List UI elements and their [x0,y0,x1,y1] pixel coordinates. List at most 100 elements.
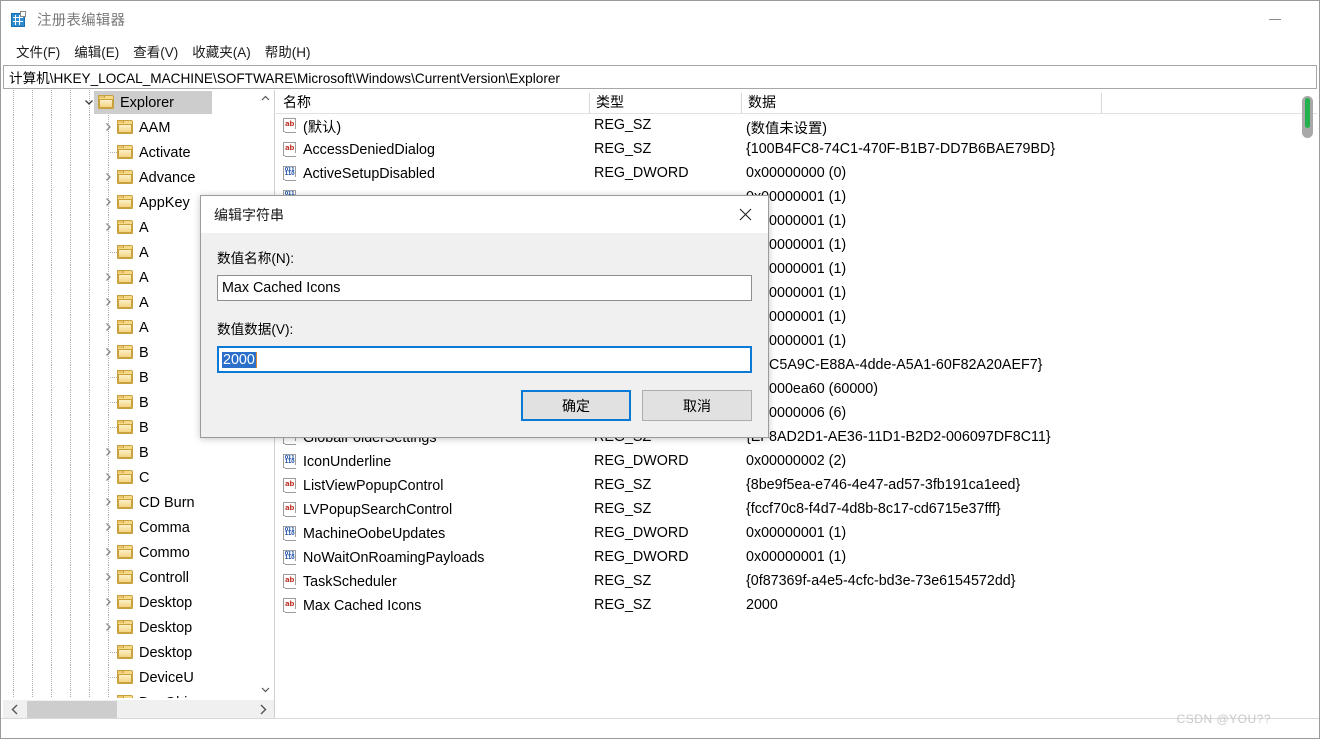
tree-node[interactable]: Comma [3,515,256,540]
dword-value-icon: 011110 [283,526,298,542]
menu-item-edit[interactable]: 编辑(E) [67,39,126,63]
chevron-down-icon[interactable] [257,681,274,698]
table-row[interactable]: ab LVPopupSearchControl REG_SZ {fccf70c8-f4… [276,498,1317,522]
registry-editor-icon [11,11,28,28]
table-row[interactable]: 011 110 ActiveSetupDisabled REG_DWORD 0x0000… [276,162,1317,186]
tree-node[interactable]: Controll [3,565,256,590]
value-name-text: Max Cached Icons [222,280,341,296]
table-row[interactable]: 011 110 NoWaitOnRoamingPayloads REG_DWORD 0x… [276,546,1317,570]
table-row[interactable]: ab Max Cached Icons REG_SZ 2000 [276,594,1317,618]
chevron-right-icon[interactable] [100,269,116,285]
tree-node-label: Desktop [139,594,193,611]
folder-icon [117,145,133,159]
value-name-cell: ab Max Cached Icons [283,594,421,618]
menu-item-help[interactable]: 帮助(H) [258,39,318,63]
chevron-right-icon[interactable] [100,494,116,510]
table-row[interactable]: 011 110 MachineOobeUpdates REG_DWORD 0x00000… [276,522,1317,546]
ok-button[interactable]: 确定 [521,390,631,421]
value-name-cell: ab LVPopupSearchControl [283,498,452,522]
chevron-right-icon[interactable] [100,469,116,485]
menu-item-favorites[interactable]: 收藏夹(A) [185,39,258,63]
folder-icon [117,345,133,359]
tree-node[interactable]: Desktop [3,615,256,640]
chevron-right-icon[interactable] [250,700,274,718]
title-bar: 注册表编辑器 [1,1,1319,38]
tree-node-label: Desktop [139,644,193,661]
menu-item-file[interactable]: 文件(F) [9,39,67,63]
tree-hscroll-thumb[interactable] [27,701,117,718]
tree-node-label: B [139,394,149,411]
dword-value-icon: 011110 [283,166,298,182]
watermark: CSDN @YOU?? [1176,712,1271,726]
dword-value-icon: 011110 [283,550,298,566]
tree-node[interactable]: Activate [3,140,256,165]
chevron-down-icon[interactable] [81,94,97,110]
chevron-right-icon[interactable] [100,169,116,185]
list-vscroll-thumb[interactable] [1305,98,1310,128]
chevron-right-icon[interactable] [100,194,116,210]
tree-node-label: A [139,219,149,236]
tree-node-label: B [139,369,149,386]
folder-icon [117,420,133,434]
menu-item-view[interactable]: 查看(V) [126,39,185,63]
table-row[interactable]: ab AccessDeniedDialog REG_SZ {100B4FC8-74C1… [276,138,1317,162]
minimize-button[interactable] [1253,1,1297,37]
address-bar[interactable]: 计算机\HKEY_LOCAL_MACHINE\SOFTWARE\Microsof… [3,65,1317,89]
tree-node[interactable]: CD Burn [3,490,256,515]
close-icon[interactable] [722,196,768,232]
tree-node-label: B [139,344,149,361]
column-header-name[interactable]: 名称 [276,90,589,114]
chevron-right-icon[interactable] [100,344,116,360]
column-header-type[interactable]: 类型 [589,90,741,114]
tree-node-label: A [139,294,149,311]
chevron-right-icon[interactable] [100,119,116,135]
value-name-cell: ab (默认) [283,114,341,138]
dialog-title-bar: 编辑字符串 [201,196,768,233]
window-title: 注册表编辑器 [37,13,126,29]
chevron-right-icon[interactable] [100,444,116,460]
value-data-input[interactable]: 2000 [217,346,752,373]
chevron-right-icon[interactable] [100,619,116,635]
string-value-icon: ab [283,598,298,614]
column-header-data[interactable]: 数据 [741,90,1101,114]
tree-node[interactable]: C [3,465,256,490]
chevron-right-icon[interactable] [100,519,116,535]
tree-node[interactable]: B [3,440,256,465]
tree-node-label: Comma [139,519,190,536]
chevron-up-icon[interactable] [257,90,274,107]
cancel-button[interactable]: 取消 [642,390,752,421]
tree-node[interactable]: DeviceU [3,665,256,690]
folder-icon [117,520,133,534]
list-vertical-scrollbar[interactable] [1302,96,1313,138]
table-row[interactable]: 011 110 IconUnderline REG_DWORD 0x00000002 (… [276,450,1317,474]
tree-node[interactable]: Advance [3,165,256,190]
column-divider-3[interactable] [1101,93,1102,113]
string-value-icon: ab [283,118,298,134]
chevron-right-icon[interactable] [100,294,116,310]
value-type-cell: REG_SZ [594,141,652,157]
chevron-right-icon[interactable] [100,594,116,610]
table-row[interactable]: ab (默认) REG_SZ (数值未设置) [276,114,1317,138]
value-name-cell: ab TaskScheduler [283,570,397,594]
chevron-right-icon[interactable] [100,319,116,335]
value-name-input[interactable]: Max Cached Icons [217,275,752,301]
table-row[interactable]: ab ListViewPopupControl REG_SZ {8be9f5ea-e7… [276,474,1317,498]
text-caret [255,351,257,368]
tree-horizontal-scrollbar[interactable] [3,699,274,718]
tree-node[interactable]: Desktop [3,590,256,615]
table-row[interactable]: ab TaskScheduler REG_SZ {0f87369f-a4e5-4cfc… [276,570,1317,594]
tree-node[interactable]: AAM [3,115,256,140]
tree-node[interactable]: DocObj [3,690,256,698]
value-name-cell: 011 110 MachineOobeUpdates [283,522,445,546]
tree-node[interactable]: Explorer [3,90,256,115]
chevron-right-icon[interactable] [100,544,116,560]
chevron-left-icon[interactable] [3,700,27,718]
tree-node-label: Explorer [120,94,174,111]
chevron-right-icon[interactable] [100,569,116,585]
value-name-cell: ab AccessDeniedDialog [283,138,435,162]
tree-node[interactable]: Commo [3,540,256,565]
tree-node-label: C [139,469,150,486]
chevron-right-icon[interactable] [100,219,116,235]
folder-icon [117,195,133,209]
tree-node[interactable]: Desktop [3,640,256,665]
